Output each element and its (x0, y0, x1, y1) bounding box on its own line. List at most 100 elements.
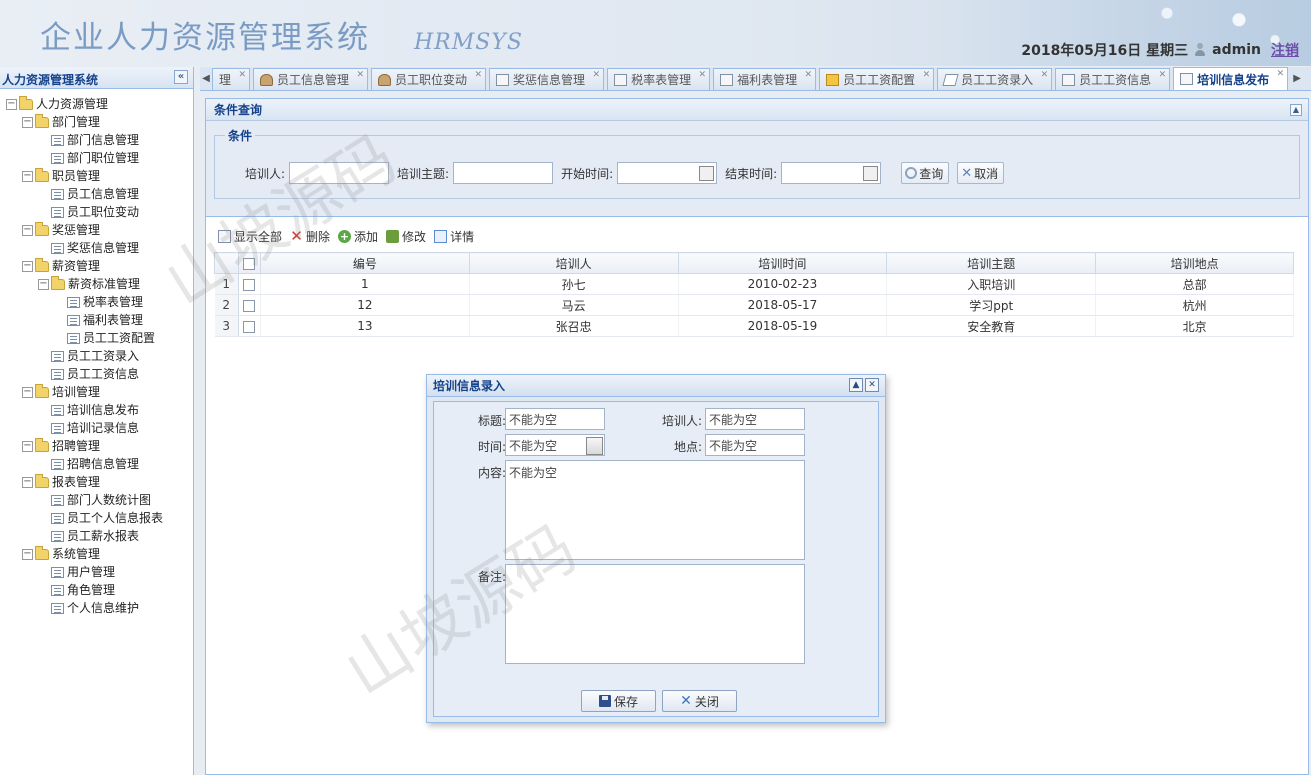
tree-toggle-icon[interactable]: − (22, 548, 33, 560)
folder-icon (35, 221, 49, 236)
remark-textarea[interactable] (505, 564, 805, 664)
collapse-up-icon[interactable]: ▲ (1290, 104, 1302, 116)
detail-button[interactable]: 详情 (434, 228, 474, 245)
tree-node[interactable]: 角色管理 (0, 581, 193, 599)
tree-toggle-icon[interactable]: − (22, 224, 33, 236)
tree-node[interactable]: 税率表管理 (0, 293, 193, 311)
show-all-button[interactable]: 显示全部 (218, 228, 282, 245)
delete-button[interactable]: ✕ 删除 (290, 228, 330, 245)
search-button[interactable]: 查询 (901, 162, 950, 184)
tab[interactable]: 福利表管理 ✕ (713, 68, 817, 90)
tree-node[interactable]: 员工薪水报表 (0, 527, 193, 545)
tab-close-icon[interactable]: ✕ (699, 70, 707, 80)
tab[interactable]: 理 ✕ (212, 68, 251, 90)
dialog-close-icon[interactable]: ✕ (865, 378, 879, 392)
tree-node[interactable]: 员工个人信息报表 (0, 509, 193, 527)
tab-close-icon[interactable]: ✕ (1277, 69, 1285, 79)
tree-node[interactable]: 个人信息维护 (0, 599, 193, 617)
tree-node[interactable]: 奖惩信息管理 (0, 239, 193, 257)
dialog-trainer-input[interactable]: 不能为空 (705, 408, 805, 430)
tree-toggle-icon[interactable]: − (22, 170, 33, 182)
tree-node[interactable]: 培训信息发布 (0, 401, 193, 419)
tab[interactable]: 员工工资信息 ✕ (1055, 68, 1171, 90)
tab[interactable]: 奖惩信息管理 ✕ (489, 68, 605, 90)
tree-node[interactable]: 部门人数统计图 (0, 491, 193, 509)
tab-scroll-right-icon[interactable]: ▶ (1291, 68, 1303, 90)
trainer-input[interactable] (289, 162, 390, 184)
tab-close-icon[interactable]: ✕ (805, 70, 813, 80)
content-textarea[interactable]: 不能为空 (505, 460, 805, 560)
table-row[interactable]: 1 1 孙七 2010-02-23 入职培训 总部 (214, 273, 1294, 295)
tree-node[interactable]: − 人力资源管理 (0, 95, 193, 113)
tree-node[interactable]: 培训记录信息 (0, 419, 193, 437)
table-row[interactable]: 3 13 张召忠 2018-05-19 安全教育 北京 (214, 315, 1294, 337)
tab-close-icon[interactable]: ✕ (923, 70, 931, 80)
dialog-collapse-icon[interactable]: ▲ (849, 378, 863, 392)
row-checkbox[interactable] (243, 299, 256, 312)
place-input[interactable]: 不能为空 (705, 434, 805, 456)
select-all-checkbox[interactable] (243, 257, 256, 270)
tab[interactable]: 培训信息发布 ✕ (1173, 67, 1289, 90)
tree-node[interactable]: 部门职位管理 (0, 149, 193, 167)
logout-link[interactable]: 注销 (1271, 40, 1299, 60)
tab-close-icon[interactable]: ✕ (1159, 70, 1167, 80)
tab[interactable]: 员工工资配置 ✕ (819, 68, 935, 90)
tree-node[interactable]: 员工职位变动 (0, 203, 193, 221)
close-button[interactable]: ✕ 关闭 (662, 690, 737, 712)
tree-node[interactable]: − 薪资管理 (0, 257, 193, 275)
tab-close-icon[interactable]: ✕ (1041, 70, 1049, 80)
save-button[interactable]: 保存 (581, 690, 656, 712)
tree-node[interactable]: 福利表管理 (0, 311, 193, 329)
tree-node[interactable]: − 报表管理 (0, 473, 193, 491)
tab[interactable]: 员工职位变动 ✕ (371, 68, 487, 90)
tree-node[interactable]: − 奖惩管理 (0, 221, 193, 239)
row-checkbox[interactable] (243, 320, 256, 333)
col-trainer-header[interactable]: 培训人 (468, 252, 679, 274)
tree-node[interactable]: 员工工资配置 (0, 329, 193, 347)
tree-node[interactable]: − 职员管理 (0, 167, 193, 185)
add-button[interactable]: + 添加 (338, 228, 378, 245)
tree-node[interactable]: − 部门管理 (0, 113, 193, 131)
topic-input[interactable] (453, 162, 554, 184)
tab[interactable]: 税率表管理 ✕ (607, 68, 711, 90)
tab-close-icon[interactable]: ✕ (593, 70, 601, 80)
tree-node[interactable]: − 薪资标准管理 (0, 275, 193, 293)
row-checkbox[interactable] (243, 278, 256, 291)
tree-toggle-icon[interactable]: − (6, 98, 17, 110)
tree-node[interactable]: 招聘信息管理 (0, 455, 193, 473)
tree-node[interactable]: 员工工资录入 (0, 347, 193, 365)
tab-close-icon[interactable]: ✕ (475, 70, 483, 80)
tab-close-icon[interactable]: ✕ (356, 70, 364, 80)
tree-node[interactable]: 用户管理 (0, 563, 193, 581)
col-topic-header[interactable]: 培训主题 (886, 252, 1097, 274)
col-time-header[interactable]: 培训时间 (677, 252, 888, 274)
file-icon (51, 512, 64, 524)
col-place-header[interactable]: 培训地点 (1095, 252, 1294, 274)
tab-close-icon[interactable]: ✕ (238, 70, 246, 80)
title-input[interactable]: 不能为空 (505, 408, 605, 430)
tree-node[interactable]: − 招聘管理 (0, 437, 193, 455)
start-time-input[interactable] (617, 162, 718, 184)
tree-toggle-icon[interactable]: − (22, 476, 33, 488)
table-row[interactable]: 2 12 马云 2018-05-17 学习ppt 杭州 (214, 294, 1294, 316)
tree-toggle-icon[interactable]: − (22, 116, 33, 128)
tree-node[interactable]: − 系统管理 (0, 545, 193, 563)
cancel-button[interactable]: ✕ 取消 (957, 162, 1005, 184)
sidebar-collapse-button[interactable]: « (174, 70, 188, 84)
tree-toggle-icon[interactable]: − (38, 278, 49, 290)
tab-scroll-left-icon[interactable]: ◀ (200, 68, 212, 90)
tree-toggle-icon[interactable]: − (22, 440, 33, 452)
tree-toggle-icon[interactable]: − (22, 260, 33, 272)
tree-node[interactable]: − 培训管理 (0, 383, 193, 401)
tree-node[interactable]: 部门信息管理 (0, 131, 193, 149)
time-input[interactable]: 不能为空 (505, 434, 605, 456)
tab[interactable]: 员工工资录入 ✕ (937, 68, 1053, 90)
edit-button[interactable]: 修改 (386, 228, 426, 245)
end-time-input[interactable] (781, 162, 882, 184)
tree-node[interactable]: 员工工资信息 (0, 365, 193, 383)
tab[interactable]: 员工信息管理 ✕ (253, 68, 369, 90)
tree-node[interactable]: 员工信息管理 (0, 185, 193, 203)
tree-toggle-icon[interactable]: − (22, 386, 33, 398)
tree-node-label: 培训记录信息 (67, 421, 140, 435)
col-id-header[interactable]: 编号 (259, 252, 470, 274)
